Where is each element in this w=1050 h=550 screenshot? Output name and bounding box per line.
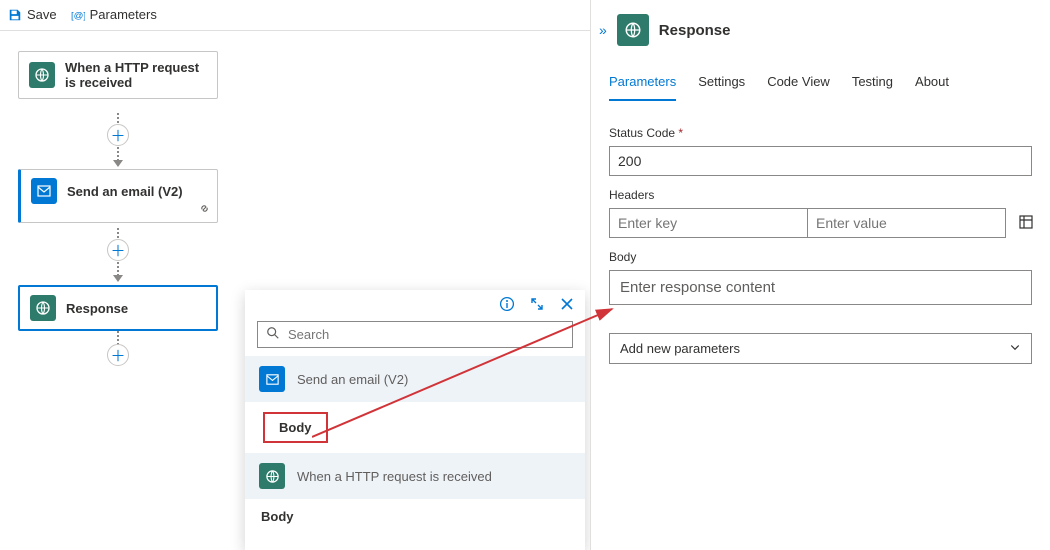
picker-item-body[interactable]: Body (245, 499, 585, 534)
connector: ＋ (117, 331, 119, 371)
connector: ＋ (117, 113, 119, 168)
picker-item-label: Body (263, 412, 328, 443)
tab-testing[interactable]: Testing (852, 74, 893, 101)
search-input[interactable] (288, 327, 564, 342)
picker-item-label: Body (261, 509, 294, 524)
header-value-input[interactable] (807, 208, 1006, 238)
add-new-parameters-label: Add new parameters (620, 341, 740, 356)
parameters-button[interactable]: [@] Parameters (71, 7, 157, 22)
add-new-parameters[interactable]: Add new parameters (609, 333, 1032, 364)
body-input[interactable]: Enter response content (609, 270, 1032, 305)
picker-item-body[interactable]: Body (245, 402, 585, 453)
node-label: Send an email (V2) (67, 184, 183, 199)
parameters-icon: [@] (71, 8, 85, 22)
dynamic-content-picker: Send an email (V2) Body When a HTTP requ… (245, 290, 585, 550)
status-code-label: Status Code * (609, 126, 1032, 140)
picker-group-label: When a HTTP request is received (297, 469, 492, 484)
link-icon (198, 202, 211, 218)
node-label: When a HTTP request is received (65, 60, 207, 90)
picker-search[interactable] (257, 321, 573, 348)
globe-icon (29, 62, 55, 88)
save-label: Save (27, 7, 57, 22)
header-key-input[interactable] (609, 208, 807, 238)
details-tabs: Parameters Settings Code View Testing Ab… (591, 56, 1050, 102)
collapse-icon[interactable]: » (599, 22, 607, 38)
add-action-button[interactable]: ＋ (107, 344, 129, 366)
parameters-label: Parameters (90, 7, 157, 22)
table-mode-icon[interactable] (1018, 214, 1034, 233)
node-response[interactable]: Response (18, 285, 218, 331)
node-http-trigger[interactable]: When a HTTP request is received (18, 51, 218, 99)
mail-icon (31, 178, 57, 204)
node-label: Response (66, 301, 128, 316)
chevron-down-icon (1009, 341, 1021, 356)
svg-text:[@]: [@] (71, 10, 85, 21)
close-icon[interactable] (559, 296, 575, 315)
details-title: Response (659, 22, 731, 39)
status-code-input[interactable] (609, 146, 1032, 176)
mail-icon (259, 366, 285, 392)
tab-code-view[interactable]: Code View (767, 74, 830, 101)
expand-icon[interactable] (529, 296, 545, 315)
picker-group-http[interactable]: When a HTTP request is received (245, 453, 585, 499)
body-label: Body (609, 250, 1032, 264)
details-panel: » Response Parameters Settings Code View… (590, 0, 1050, 550)
save-icon (8, 8, 22, 22)
globe-icon (259, 463, 285, 489)
tab-about[interactable]: About (915, 74, 949, 101)
info-icon[interactable] (499, 296, 515, 315)
search-icon (266, 326, 280, 343)
node-send-email[interactable]: Send an email (V2) (18, 169, 218, 223)
picker-group-email[interactable]: Send an email (V2) (245, 356, 585, 402)
tab-settings[interactable]: Settings (698, 74, 745, 101)
add-action-button[interactable]: ＋ (107, 239, 129, 261)
tab-parameters[interactable]: Parameters (609, 74, 676, 101)
headers-label: Headers (609, 188, 1032, 202)
picker-group-label: Send an email (V2) (297, 372, 408, 387)
add-action-button[interactable]: ＋ (107, 124, 129, 146)
globe-icon (30, 295, 56, 321)
globe-icon (617, 14, 649, 46)
save-button[interactable]: Save (8, 7, 57, 22)
connector: ＋ (117, 228, 119, 283)
